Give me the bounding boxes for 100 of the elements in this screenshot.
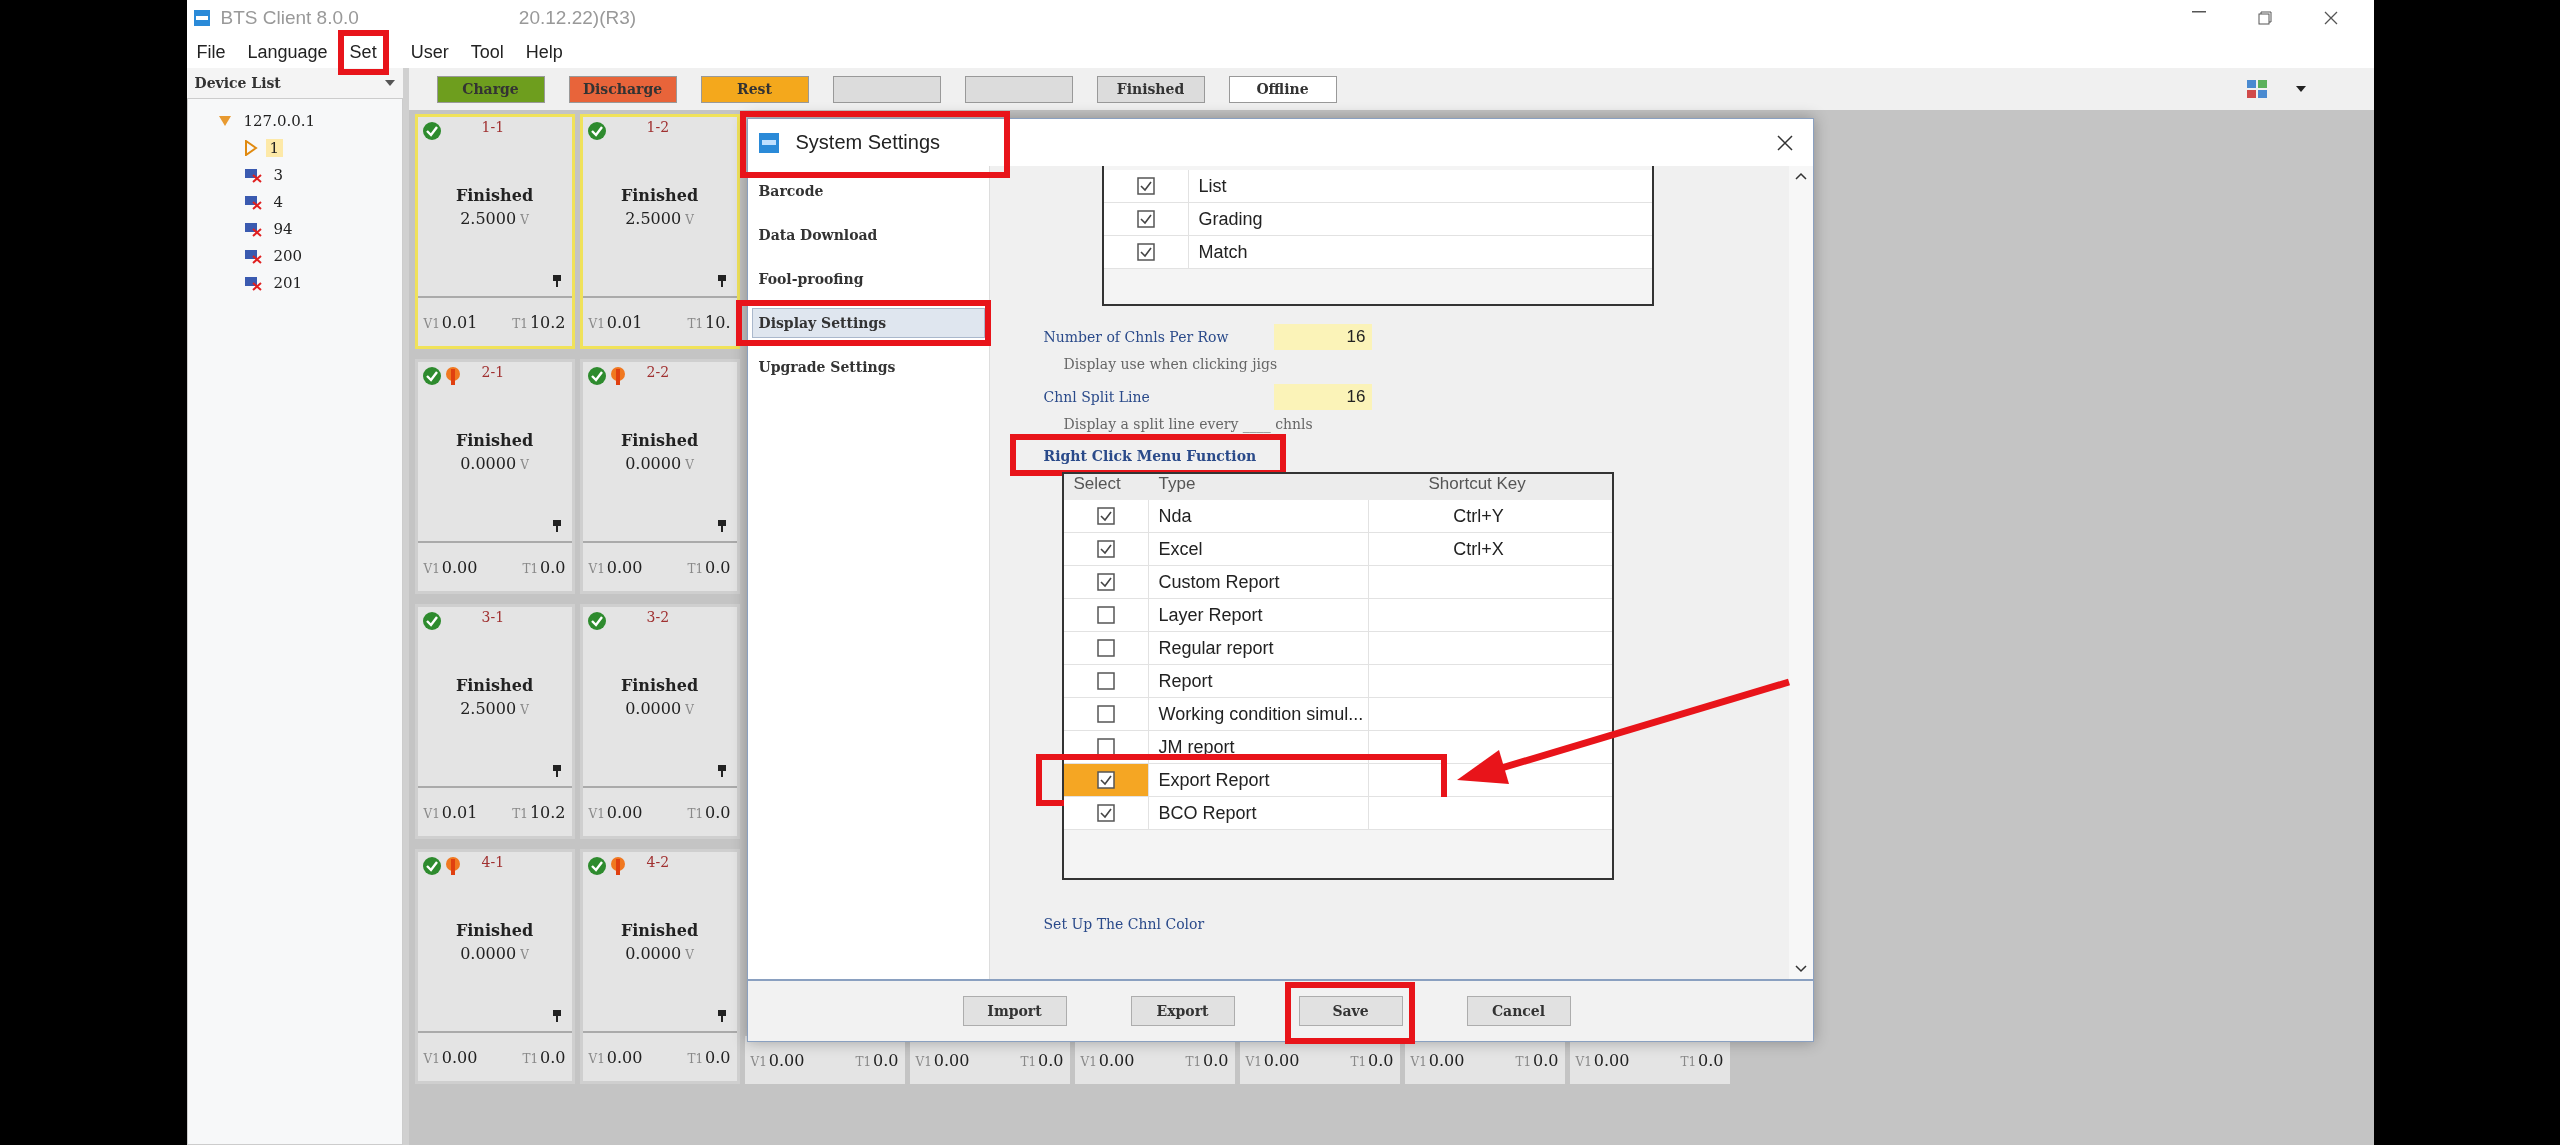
tree-item[interactable]: 200 bbox=[269, 246, 307, 265]
dialog-button[interactable]: Cancel bbox=[1466, 996, 1571, 1026]
pin-icon bbox=[551, 519, 562, 533]
dialog-button[interactable]: Save bbox=[1298, 996, 1403, 1026]
number-field[interactable]: 16 bbox=[1273, 324, 1372, 350]
checkbox[interactable] bbox=[1096, 573, 1115, 591]
tree-item[interactable]: 94 bbox=[269, 219, 297, 238]
close-icon[interactable] bbox=[2323, 11, 2338, 25]
temperature-reading: T1 10.2 bbox=[512, 802, 566, 822]
checkbox[interactable] bbox=[1096, 507, 1115, 525]
temperature-reading: T1 10. bbox=[687, 312, 731, 332]
voltage-reading: V1 0.00 bbox=[1575, 1050, 1630, 1070]
menu-item[interactable]: User bbox=[410, 41, 449, 63]
table-cell: Excel bbox=[1148, 533, 1369, 565]
section-title: Right Click Menu Function bbox=[1043, 448, 1257, 464]
channel-label: 3-2 bbox=[646, 609, 670, 625]
checkbox[interactable] bbox=[1096, 606, 1115, 624]
channel-status: Finished bbox=[620, 185, 699, 205]
tree-item[interactable]: 4 bbox=[269, 192, 288, 211]
close-icon[interactable] bbox=[1776, 134, 1793, 151]
channel-card[interactable]: 3-2 Finished 0.0000 V V1 0.00 T1 0.0 bbox=[579, 604, 740, 839]
channel-card[interactable]: 2-2 Finished 0.0000 V V1 0.00 T1 0.0 bbox=[579, 359, 740, 594]
column-header: Type bbox=[1157, 474, 1197, 495]
dialog-button[interactable]: Export bbox=[1130, 996, 1235, 1026]
voltage-reading: V1 0.00 bbox=[423, 1047, 478, 1067]
menu-item[interactable]: Help bbox=[525, 41, 563, 63]
settings-nav-item[interactable]: Display Settings bbox=[751, 308, 985, 338]
channel-status: Finished bbox=[620, 675, 699, 695]
channel-label: 2-2 bbox=[646, 364, 670, 380]
checkbox[interactable] bbox=[1136, 177, 1155, 195]
channel-label: 4-1 bbox=[481, 854, 505, 870]
checkbox[interactable] bbox=[1096, 639, 1115, 657]
check-circle-icon bbox=[586, 611, 607, 631]
checkbox[interactable] bbox=[1096, 705, 1115, 723]
voltage-reading: V1 0.00 bbox=[1245, 1050, 1300, 1070]
dialog-button[interactable]: Import bbox=[962, 996, 1067, 1026]
column-header: Select bbox=[1072, 474, 1122, 495]
checkbox[interactable] bbox=[1096, 804, 1115, 822]
minimize-icon[interactable] bbox=[2191, 11, 2206, 13]
settings-nav-item[interactable]: Barcode bbox=[751, 176, 985, 206]
menu-item[interactable]: Tool bbox=[470, 41, 504, 63]
voltage-reading: V1 0.00 bbox=[588, 1047, 643, 1067]
checkbox[interactable] bbox=[1096, 672, 1115, 690]
channel-card[interactable]: 1-1 Finished 2.5000 V V1 0.01 T1 10.2 bbox=[414, 114, 575, 349]
checkbox[interactable] bbox=[1096, 771, 1115, 789]
table-cell: Custom Report bbox=[1148, 566, 1369, 598]
channel-card[interactable]: 1-2 Finished 2.5000 V V1 0.01 T1 10. bbox=[579, 114, 740, 349]
dropdown-caret-icon[interactable] bbox=[2295, 86, 2306, 92]
checkbox[interactable] bbox=[1096, 738, 1115, 756]
checkbox[interactable] bbox=[1096, 540, 1115, 558]
scroll-down-icon[interactable] bbox=[1794, 965, 1807, 973]
channel-voltage: 0.0000 V bbox=[625, 453, 694, 473]
panel-title: Device List bbox=[194, 75, 281, 91]
check-circle-icon bbox=[586, 856, 607, 876]
number-field[interactable]: 16 bbox=[1273, 384, 1372, 410]
pin-icon bbox=[716, 1009, 727, 1023]
field-label: Chnl Split Line bbox=[1043, 389, 1151, 405]
grid-view-icon[interactable] bbox=[2245, 79, 2268, 99]
app-icon bbox=[757, 131, 780, 154]
channel-status: Finished bbox=[455, 675, 534, 695]
channel-voltage: 2.5000 V bbox=[460, 208, 529, 228]
settings-nav-item[interactable]: Data Download bbox=[751, 220, 985, 250]
field-label: Number of Chnls Per Row bbox=[1043, 329, 1230, 345]
channel-card[interactable]: 2-1 Finished 0.0000 V V1 0.00 T1 0.0 bbox=[414, 359, 575, 594]
list-item: Grading bbox=[1197, 208, 1263, 230]
checkbox[interactable] bbox=[1136, 243, 1155, 261]
tree-item[interactable]: 201 bbox=[269, 273, 307, 292]
restore-icon[interactable] bbox=[2257, 11, 2272, 25]
checkbox[interactable] bbox=[1136, 210, 1155, 228]
temperature-reading: T1 0.0 bbox=[522, 1047, 566, 1067]
temperature-reading: T1 0.0 bbox=[522, 557, 566, 577]
channel-card[interactable]: 4-2 Finished 0.0000 V V1 0.00 T1 0.0 bbox=[579, 849, 740, 1084]
voltage-reading: V1 0.00 bbox=[1410, 1050, 1465, 1070]
tree-item[interactable]: 1 bbox=[265, 138, 284, 157]
menu-item[interactable]: File bbox=[196, 41, 226, 63]
pin-icon bbox=[716, 274, 727, 288]
channel-card[interactable]: 4-1 Finished 0.0000 V V1 0.00 T1 0.0 bbox=[414, 849, 575, 1084]
menu-item[interactable]: Language bbox=[247, 41, 328, 63]
table-cell: Layer Report bbox=[1148, 599, 1369, 631]
field-hint: Display use when clicking jigs bbox=[1063, 356, 1279, 372]
channel-status: Finished bbox=[620, 920, 699, 940]
temperature-reading: T1 0.0 bbox=[1350, 1050, 1394, 1070]
temperature-reading: T1 10.2 bbox=[512, 312, 566, 332]
channel-voltage: 2.5000 V bbox=[460, 698, 529, 718]
channel-label: 2-1 bbox=[481, 364, 505, 380]
temperature-reading: T1 0.0 bbox=[687, 802, 731, 822]
pin-icon bbox=[716, 764, 727, 778]
tree-item[interactable]: 127.0.0.1 bbox=[239, 111, 320, 130]
settings-nav-item[interactable]: Fool-proofing bbox=[751, 264, 985, 294]
dropdown-caret-icon[interactable] bbox=[384, 80, 395, 86]
temperature-reading: T1 0.0 bbox=[687, 557, 731, 577]
tree-item[interactable]: 3 bbox=[269, 165, 288, 184]
voltage-reading: V1 0.00 bbox=[915, 1050, 970, 1070]
menu-item[interactable]: Set bbox=[349, 41, 377, 63]
channel-status: Finished bbox=[455, 920, 534, 940]
settings-nav-item[interactable]: Upgrade Settings bbox=[751, 352, 985, 382]
table-cell-text: Ctrl+X bbox=[1452, 538, 1505, 560]
dialog-title: System Settings bbox=[794, 130, 941, 155]
scroll-up-icon[interactable] bbox=[1794, 172, 1807, 180]
channel-card[interactable]: 3-1 Finished 2.5000 V V1 0.01 T1 10.2 bbox=[414, 604, 575, 839]
